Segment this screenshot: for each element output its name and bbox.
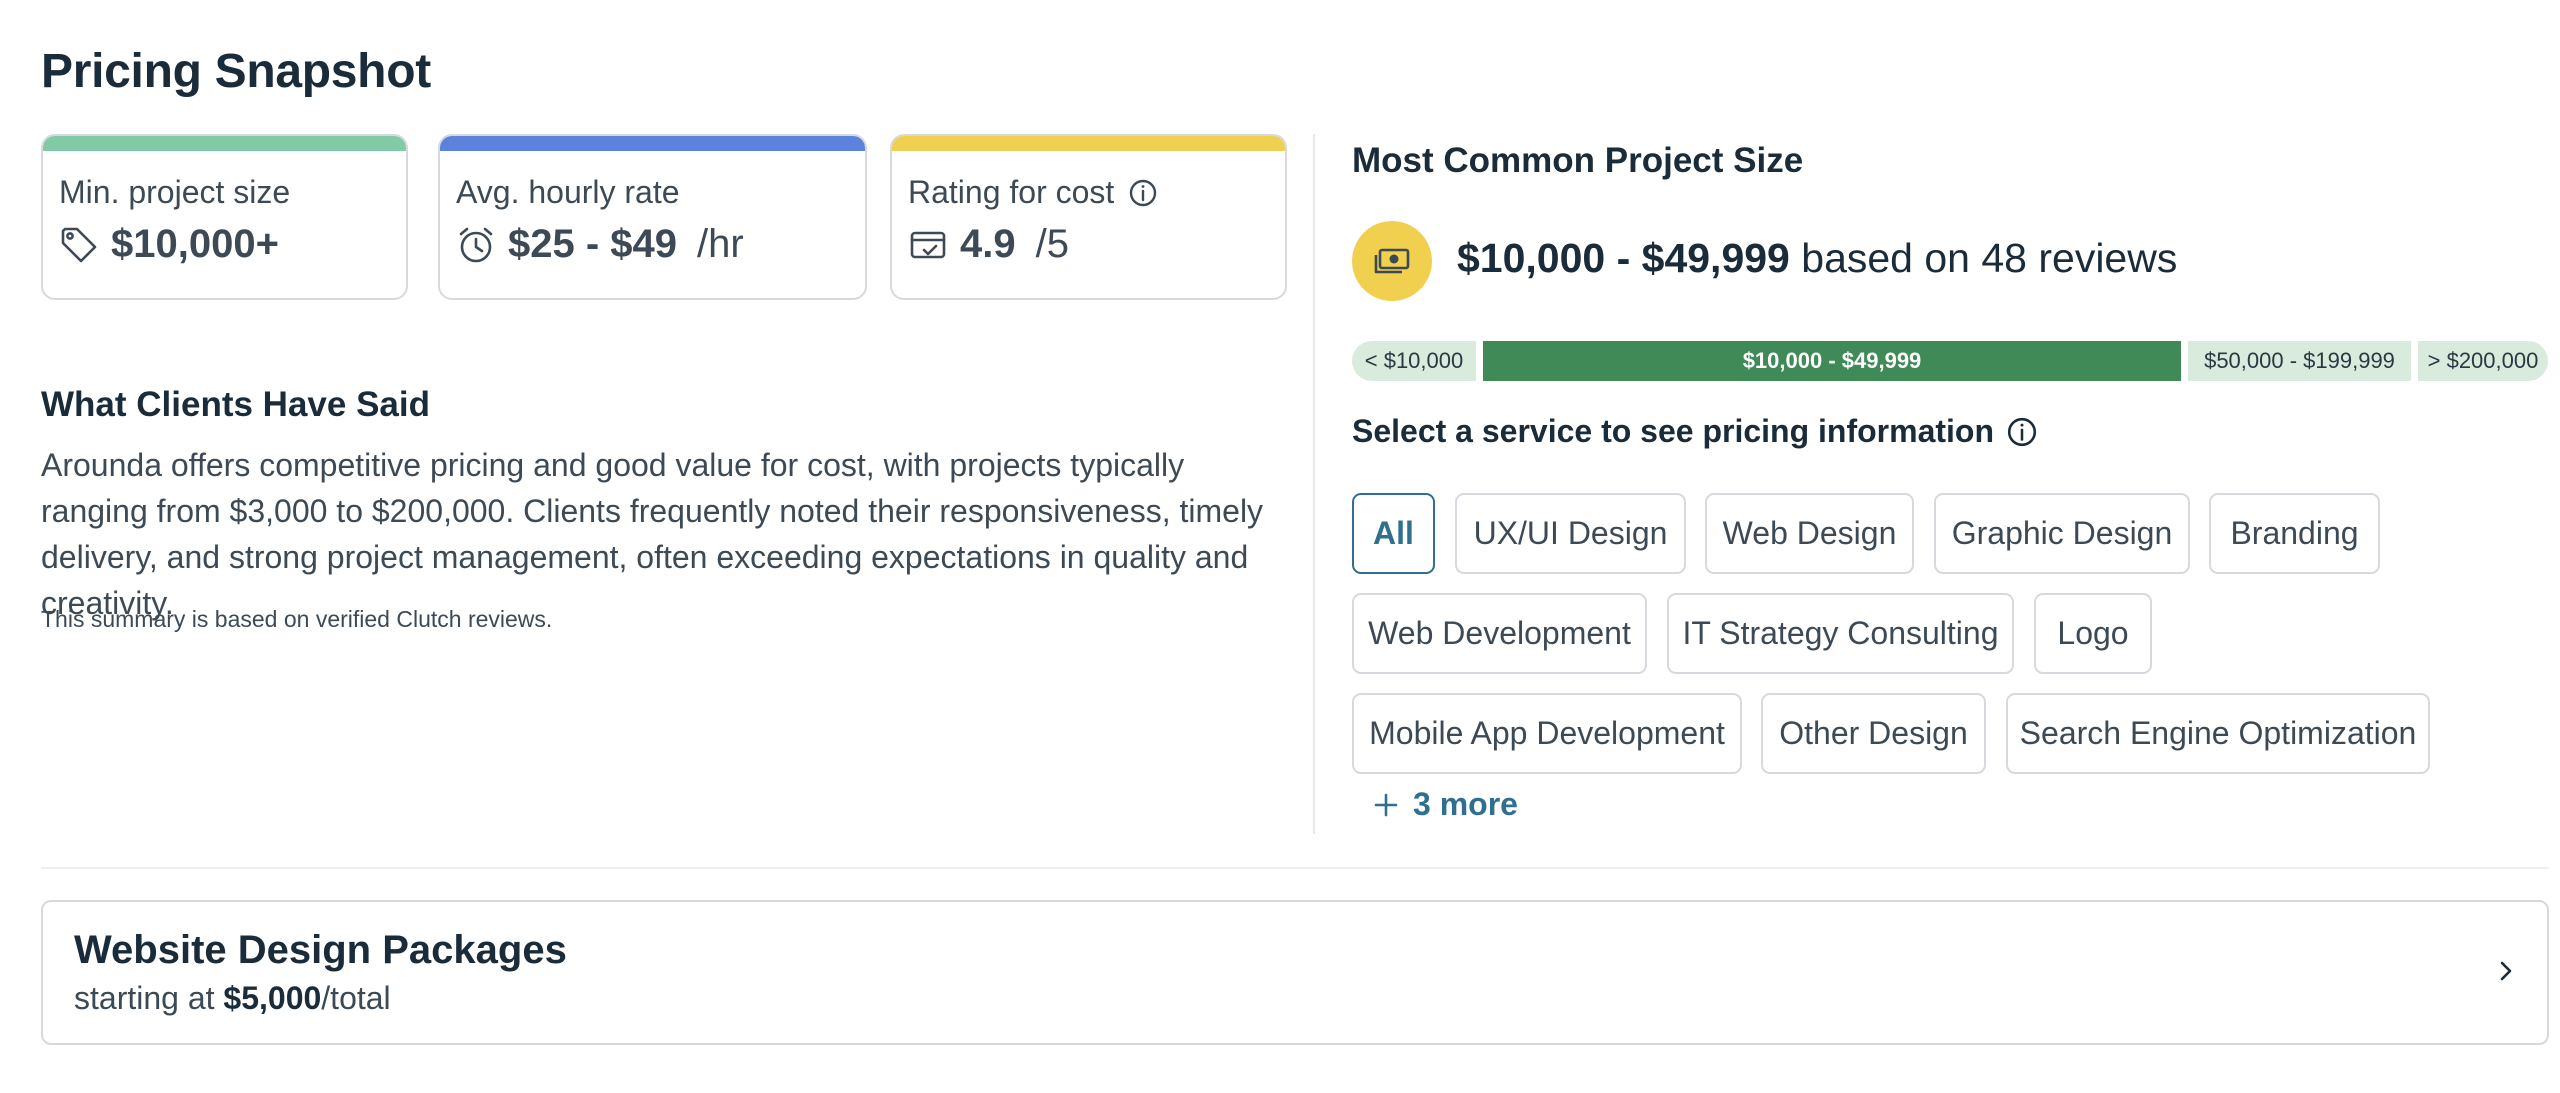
service-chip-graphic-design[interactable]: Graphic Design [1934,493,2190,574]
website-design-packages-card[interactable]: Website Design Packages starting at $5,0… [41,900,2549,1045]
service-chip-mobile-app-development[interactable]: Mobile App Development [1352,693,1742,774]
stat-label: Avg. hourly rate [456,174,680,210]
project-size-reviews: based on 48 reviews [1801,235,2178,281]
plus-icon [1373,792,1399,818]
card-accent-bar [892,136,1285,151]
service-chip-search-engine-optimization[interactable]: Search Engine Optimization [2006,693,2430,774]
range-segment-active: $10,000 - $49,999 [1483,341,2181,381]
money-icon [1352,221,1432,301]
stat-card-min-project-size: Min. project size $10,000+ [41,134,408,300]
stat-suffix: /5 [1035,222,1069,266]
project-size-range: $10,000 - $49,999 [1457,235,1790,281]
clients-summary-text: Arounda offers competitive pricing and g… [41,447,1264,621]
service-chip-ux-ui-design[interactable]: UX/UI Design [1455,493,1686,574]
clients-section-title: What Clients Have Said [41,385,430,424]
project-size-summary: $10,000 - $49,999 based on 48 reviews [1457,235,2177,282]
card-accent-bar [440,136,865,151]
stat-label: Rating for cost [908,174,1115,210]
service-chip-logo[interactable]: Logo [2034,593,2152,674]
service-select-label: Select a service to see pricing informat… [1352,413,2038,450]
section-divider [41,867,2549,869]
range-segment: $50,000 - $199,999 [2188,341,2411,381]
wallet-check-icon [908,225,948,265]
stat-value: $10,000+ [111,222,279,266]
project-size-range-bar: < $10,000 $10,000 - $49,999 $50,000 - $1… [1352,341,2548,381]
service-chip-it-strategy-consulting[interactable]: IT Strategy Consulting [1667,593,2014,674]
stat-card-hourly-rate: Avg. hourly rate $25 - $49 /hr [438,134,867,300]
package-price-prefix: starting at [74,980,224,1016]
stat-label: Min. project size [59,174,291,210]
stat-suffix: /hr [697,222,744,266]
service-chip-other-design[interactable]: Other Design [1761,693,1986,774]
package-price-line: starting at $5,000/total [74,980,391,1017]
package-title: Website Design Packages [74,928,567,972]
package-price-suffix: /total [321,980,391,1016]
show-more-label: 3 more [1413,786,1518,822]
stat-card-rating-for-cost: Rating for cost 4.9 /5 [890,134,1287,300]
chevron-right-icon[interactable] [2491,956,2521,986]
package-price: $5,000 [223,980,322,1016]
tag-icon [59,225,99,265]
stat-value: $25 - $49 [508,222,678,266]
alarm-clock-icon [456,225,496,265]
range-segment: > $200,000 [2418,341,2548,381]
stat-value: 4.9 [960,222,1016,266]
range-segment: < $10,000 [1352,341,1476,381]
summary-note: This summary is based on verified Clutch… [41,606,553,632]
project-size-title: Most Common Project Size [1352,141,1804,180]
column-divider [1313,134,1315,834]
show-more-services-link[interactable]: 3 more [1373,786,1518,823]
service-chip-web-design[interactable]: Web Design [1705,493,1914,574]
service-chip-web-development[interactable]: Web Development [1352,593,1647,674]
info-icon[interactable] [2006,416,2038,448]
page-title: Pricing Snapshot [41,45,431,98]
card-accent-bar [43,136,406,151]
service-chip-branding[interactable]: Branding [2209,493,2380,574]
service-chip-all[interactable]: All [1352,493,1435,574]
service-select-text: Select a service to see pricing informat… [1352,413,1994,449]
info-icon[interactable] [1128,178,1158,208]
